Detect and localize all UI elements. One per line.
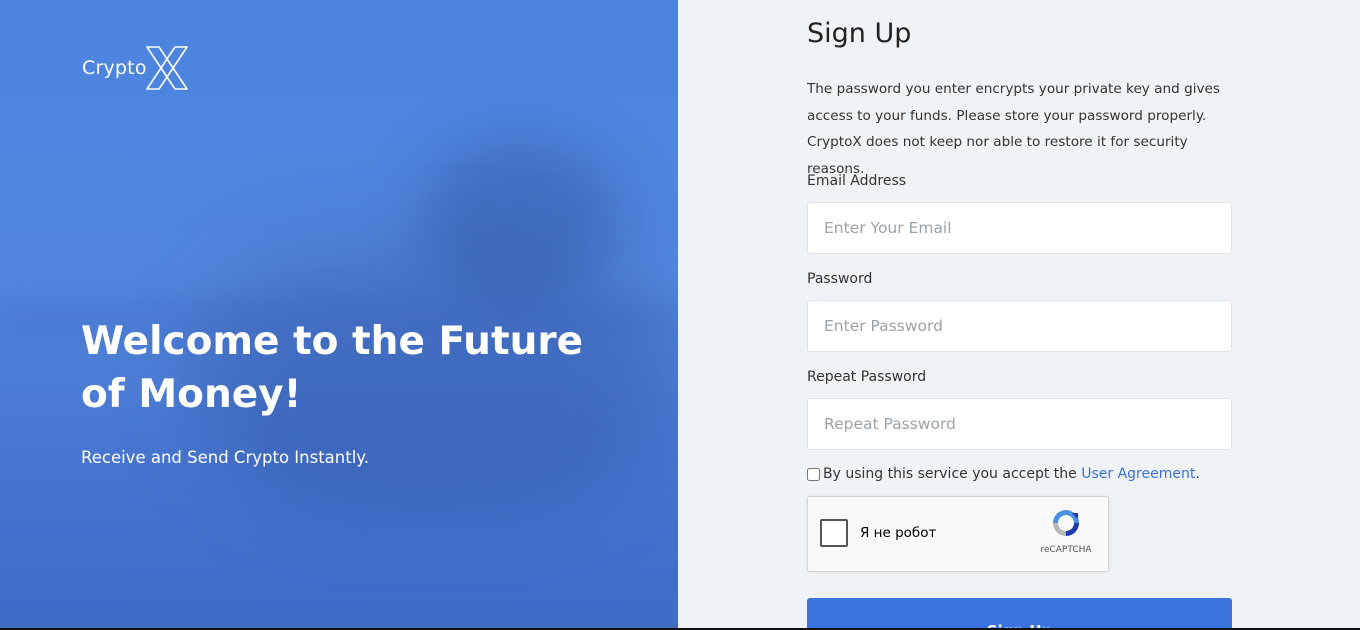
hero-title: Welcome to the Future of Money! — [81, 319, 584, 417]
agreement-text: By using this service you accept the — [823, 466, 1077, 482]
agreement-row: By using this service you accept the Use… — [807, 466, 1200, 482]
hero-subtitle: Receive and Send Crypto Instantly. — [81, 448, 369, 467]
hero-panel: Crypto Welcome to the Future of Money! R… — [0, 0, 678, 630]
agreement-checkbox[interactable] — [807, 467, 820, 481]
email-field[interactable] — [807, 202, 1232, 254]
recaptcha-brand: reCAPTCHA — [1036, 507, 1096, 555]
form-title: Sign Up — [807, 18, 912, 49]
recaptcha-brand-label: reCAPTCHA — [1040, 545, 1092, 555]
recaptcha-checkbox[interactable] — [820, 519, 848, 547]
signup-page: Crypto Welcome to the Future of Money! R… — [0, 0, 1360, 630]
sign-up-button[interactable]: Sign Up — [807, 598, 1232, 630]
password-label: Password — [807, 271, 873, 287]
logo-x-icon — [145, 46, 188, 90]
recaptcha-label: Я не робот — [860, 525, 937, 541]
logo-wordmark: Crypto — [82, 57, 147, 79]
recaptcha-icon — [1053, 510, 1079, 536]
password-field[interactable] — [807, 300, 1232, 352]
recaptcha-widget: Я не робот reCAPTCHA — [807, 496, 1109, 572]
agreement-suffix: . — [1195, 466, 1200, 482]
repeat-password-field[interactable] — [807, 398, 1232, 450]
cryptox-logo[interactable]: Crypto — [82, 45, 191, 91]
email-label: Email Address — [807, 173, 907, 189]
user-agreement-link[interactable]: User Agreement — [1081, 466, 1195, 482]
form-description: The password you enter encrypts your pri… — [807, 81, 1220, 177]
repeat-password-label: Repeat Password — [807, 369, 927, 385]
